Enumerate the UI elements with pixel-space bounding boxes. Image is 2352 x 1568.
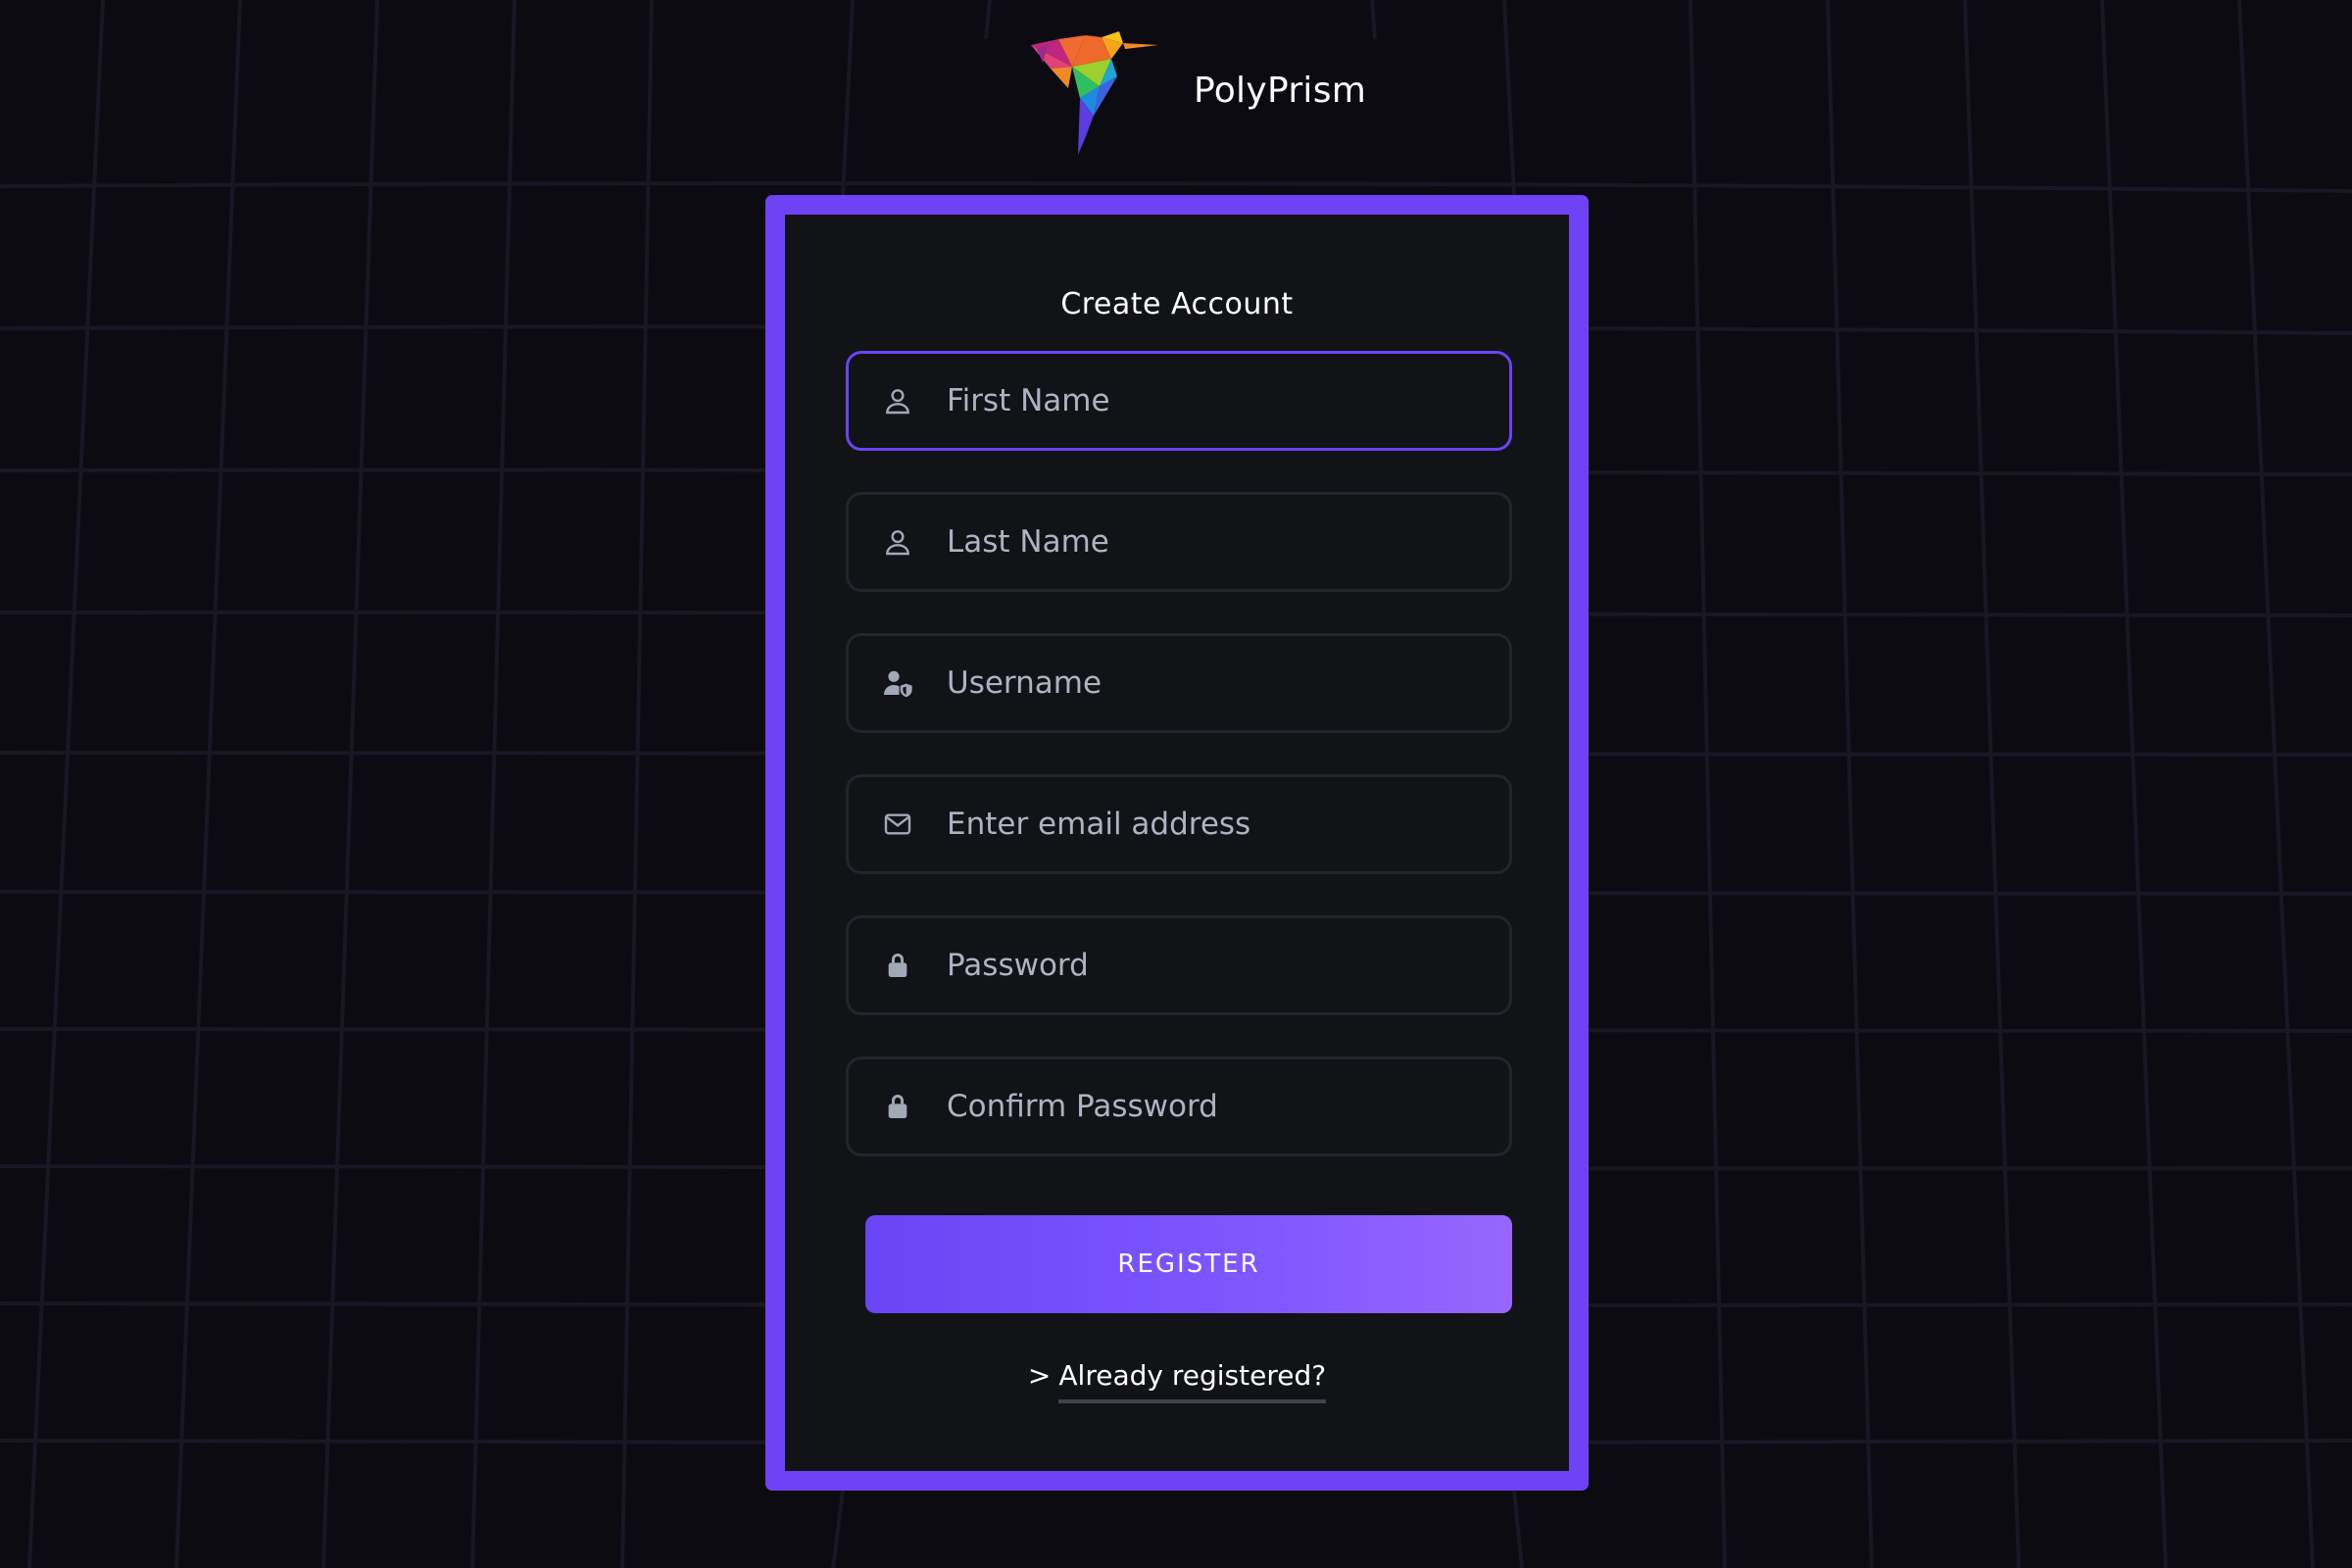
confirm-password-input[interactable] — [945, 1088, 1497, 1125]
already-registered-link[interactable]: Already registered? — [1058, 1359, 1327, 1403]
user-outline-icon — [878, 522, 917, 562]
email-input[interactable] — [945, 806, 1497, 843]
brand-header: PolyPrism — [1029, 29, 1366, 157]
password-field[interactable] — [846, 915, 1512, 1015]
lock-icon — [878, 946, 917, 985]
brand-name: PolyPrism — [1194, 70, 1367, 111]
already-registered-row: > Already registered? — [785, 1359, 1569, 1403]
username-input[interactable] — [945, 664, 1497, 702]
last-name-input[interactable] — [945, 523, 1497, 561]
lock-icon — [878, 1087, 917, 1126]
last-name-field[interactable] — [846, 492, 1512, 592]
user-outline-icon — [878, 381, 917, 420]
confirm-password-field[interactable] — [846, 1056, 1512, 1156]
login-arrow: > — [1027, 1359, 1052, 1392]
form-title: Create Account — [1060, 287, 1294, 321]
password-input[interactable] — [945, 947, 1497, 984]
first-name-input[interactable] — [945, 382, 1497, 419]
register-card: Create Account First Name Last Name User… — [785, 215, 1569, 1471]
envelope-icon — [878, 805, 917, 844]
register-card-frame: Create Account First Name Last Name User… — [765, 195, 1589, 1491]
polygon-hummingbird-logo — [1031, 31, 1158, 155]
first-name-field[interactable] — [846, 351, 1512, 451]
email-field[interactable] — [846, 774, 1512, 874]
register-button[interactable]: REGISTER — [865, 1215, 1512, 1313]
username-field[interactable] — [846, 633, 1512, 733]
user-shield-icon — [878, 663, 917, 703]
